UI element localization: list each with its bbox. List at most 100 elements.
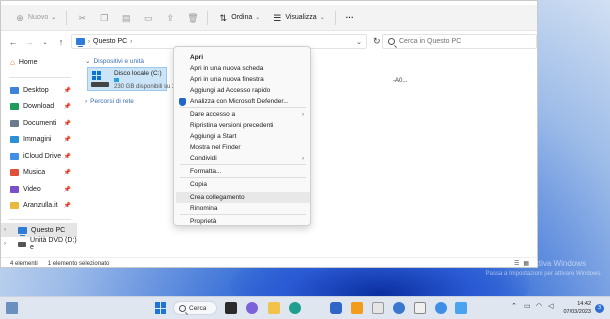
context-menu-item[interactable]: Mostra nel Finder (176, 142, 310, 153)
delete-button[interactable]: 🗑 (181, 9, 203, 27)
context-menu-item[interactable]: Aggiungi a Start (176, 131, 310, 142)
teams-chat-icon[interactable] (246, 302, 258, 314)
context-menu-item[interactable]: Rinomina (176, 203, 310, 214)
context-menu-item[interactable]: Crea collegamento (176, 192, 310, 203)
sort-button[interactable]: ⇅ Ordina ⌄ (212, 9, 266, 27)
context-menu-item-label: Copia (190, 181, 207, 188)
folder-icon (10, 119, 19, 127)
taskbar-search[interactable]: Cerca (173, 301, 217, 315)
task-view-icon[interactable] (225, 302, 237, 314)
start-icon[interactable] (155, 302, 167, 314)
search-input[interactable]: Cerca in Questo PC (382, 34, 537, 49)
chevron-down-icon: ⌄ (51, 15, 57, 21)
selection-count: 1 elemento selezionato (47, 260, 110, 267)
edge-browser-icon[interactable] (289, 302, 301, 314)
context-menu-item[interactable]: Apri in una nuova finestra (176, 74, 310, 85)
paste-button[interactable]: ▤ (115, 9, 137, 27)
taskbar-clock[interactable]: 14:42 07/03/2023 (561, 300, 591, 316)
context-menu-item-label: Condividi (190, 155, 217, 162)
wifi-icon[interactable]: ◠ (536, 302, 542, 310)
more-options-button[interactable]: ··· (340, 9, 360, 27)
app-icon[interactable] (435, 302, 447, 314)
up-arrow-icon[interactable]: ↑ (53, 37, 69, 47)
app-icon[interactable] (393, 302, 405, 314)
context-menu-item[interactable]: Aggiungi ad Accesso rapido (176, 85, 310, 96)
context-menu-item-label: Aggiungi ad Accesso rapido (190, 87, 271, 94)
app-icon[interactable] (351, 302, 363, 314)
chevron-down-icon: ⌄ (255, 15, 261, 21)
forward-arrow-icon[interactable]: → (21, 37, 37, 47)
sidebar-item-quick-access[interactable]: Aranzulla.it 📌 (1, 199, 77, 213)
view-button[interactable]: ☰ Visualizza ⌄ (266, 9, 330, 27)
context-menu-item[interactable]: Copia (176, 179, 310, 190)
widgets-icon[interactable] (6, 302, 18, 314)
view-button-label: Visualizza (285, 14, 317, 21)
notification-badge[interactable]: 3 (595, 304, 604, 313)
pin-icon: 📌 (63, 153, 71, 160)
folder-icon (10, 169, 19, 176)
context-menu-item-label: Ripristina versioni precedenti (190, 122, 274, 129)
chevron-down-icon: ⌄ (319, 15, 325, 21)
app-icon[interactable] (455, 302, 467, 314)
drive-free-space: 230 GB disponibili su 2 (114, 84, 176, 90)
sidebar-item-label: Unità DVD (D:) e (30, 237, 77, 251)
volume-icon[interactable]: ◁ (548, 302, 553, 310)
sidebar-item-quick-access[interactable]: Immagini 📌 (1, 133, 77, 147)
sidebar-item-quick-access[interactable]: Download 📌 (1, 100, 77, 114)
context-menu-item[interactable]: Ripristina versioni precedenti (176, 120, 310, 131)
network-group-header[interactable]: › Percorsi di rete (85, 96, 134, 106)
sidebar-divider (9, 77, 71, 78)
sidebar-item-quick-access[interactable]: Musica 📌 (1, 166, 77, 180)
chevron-up-icon[interactable]: ⌃ (511, 302, 517, 310)
context-menu-item[interactable]: Proprietà (176, 216, 310, 227)
chevron-right-icon[interactable]: › (4, 227, 6, 233)
context-menu-item[interactable]: Apri in una nuova scheda (176, 63, 310, 74)
sidebar-item-quick-access[interactable]: Video 📌 (1, 182, 77, 196)
back-arrow-icon[interactable]: ← (5, 37, 21, 47)
menu-separator (180, 177, 306, 178)
view-switcher: ☰ ▦ (514, 260, 529, 267)
chevron-down-icon[interactable]: ⌄ (356, 38, 362, 46)
sidebar-item-home[interactable]: ⌂ Home (1, 55, 77, 69)
context-menu-item[interactable]: Condividi › (176, 153, 310, 164)
sidebar-item-quick-access[interactable]: iCloud Drive 📌 (1, 149, 77, 163)
sidebar-item-label: Documenti (23, 119, 57, 127)
pin-icon: 📌 (63, 104, 71, 110)
app-icon[interactable] (414, 302, 426, 314)
new-button[interactable]: ⊕ Nuovo ⌄ (9, 9, 62, 27)
refresh-icon[interactable]: ↻ (373, 36, 381, 47)
context-menu-item-label: Apri (190, 54, 203, 61)
file-explorer-icon[interactable] (268, 302, 280, 314)
rename-button[interactable]: ▭ (137, 9, 159, 27)
cut-button[interactable]: ✂ (71, 9, 93, 27)
app-icon[interactable] (372, 302, 384, 314)
sidebar-item-quick-access[interactable]: Documenti 📌 (1, 116, 77, 130)
recent-chevron-icon[interactable]: ⌄ (37, 39, 53, 46)
share-button[interactable]: ⇪ (159, 9, 181, 27)
tiles-view-icon[interactable]: ▦ (523, 260, 529, 267)
store-icon[interactable] (330, 302, 342, 314)
computer-icon (76, 38, 85, 47)
context-menu-item[interactable]: Formatta... (176, 166, 310, 177)
context-menu-item-label: Aggiungi a Start (190, 133, 237, 140)
truncated-item-text: -A0... (393, 78, 408, 84)
context-menu-item[interactable]: Dare accesso a › (176, 109, 310, 120)
copy-icon: ❐ (100, 12, 109, 23)
pin-icon: 📌 (63, 186, 71, 193)
context-menu-item[interactable]: Analizza con Microsoft Defender... (176, 96, 310, 107)
windows-logo-icon (92, 71, 101, 80)
sidebar-item-this-pc[interactable]: › Questo PC (1, 223, 77, 237)
details-view-icon[interactable]: ☰ (514, 260, 519, 267)
scissors-icon: ✂ (78, 12, 87, 23)
navigation-pane: ⌂ Home Desktop 📌 Download 📌 Documenti 📌 Immagi… (1, 53, 77, 257)
sidebar-item-dvd-drive[interactable]: › Unità DVD (D:) e (1, 237, 77, 251)
chevron-right-icon[interactable]: › (4, 241, 6, 247)
sidebar-item-quick-access[interactable]: Desktop 📌 (1, 83, 77, 97)
activation-watermark-subtitle: Passa a Impostazioni per attivare Window… (485, 271, 602, 277)
context-menu-item[interactable]: Apri (176, 52, 310, 63)
devices-group-header[interactable]: ⌄ Dispositivi e unità (85, 56, 144, 66)
drive-c-tile[interactable]: Disco locale (C:) 230 GB disponibili su … (87, 67, 175, 91)
taskbar: Cerca ⌃ ▭ ◠ ◁ 14:42 07/03/2023 3 (0, 296, 610, 319)
copy-button[interactable]: ❐ (93, 9, 115, 27)
network-icon[interactable]: ▭ (524, 302, 531, 310)
